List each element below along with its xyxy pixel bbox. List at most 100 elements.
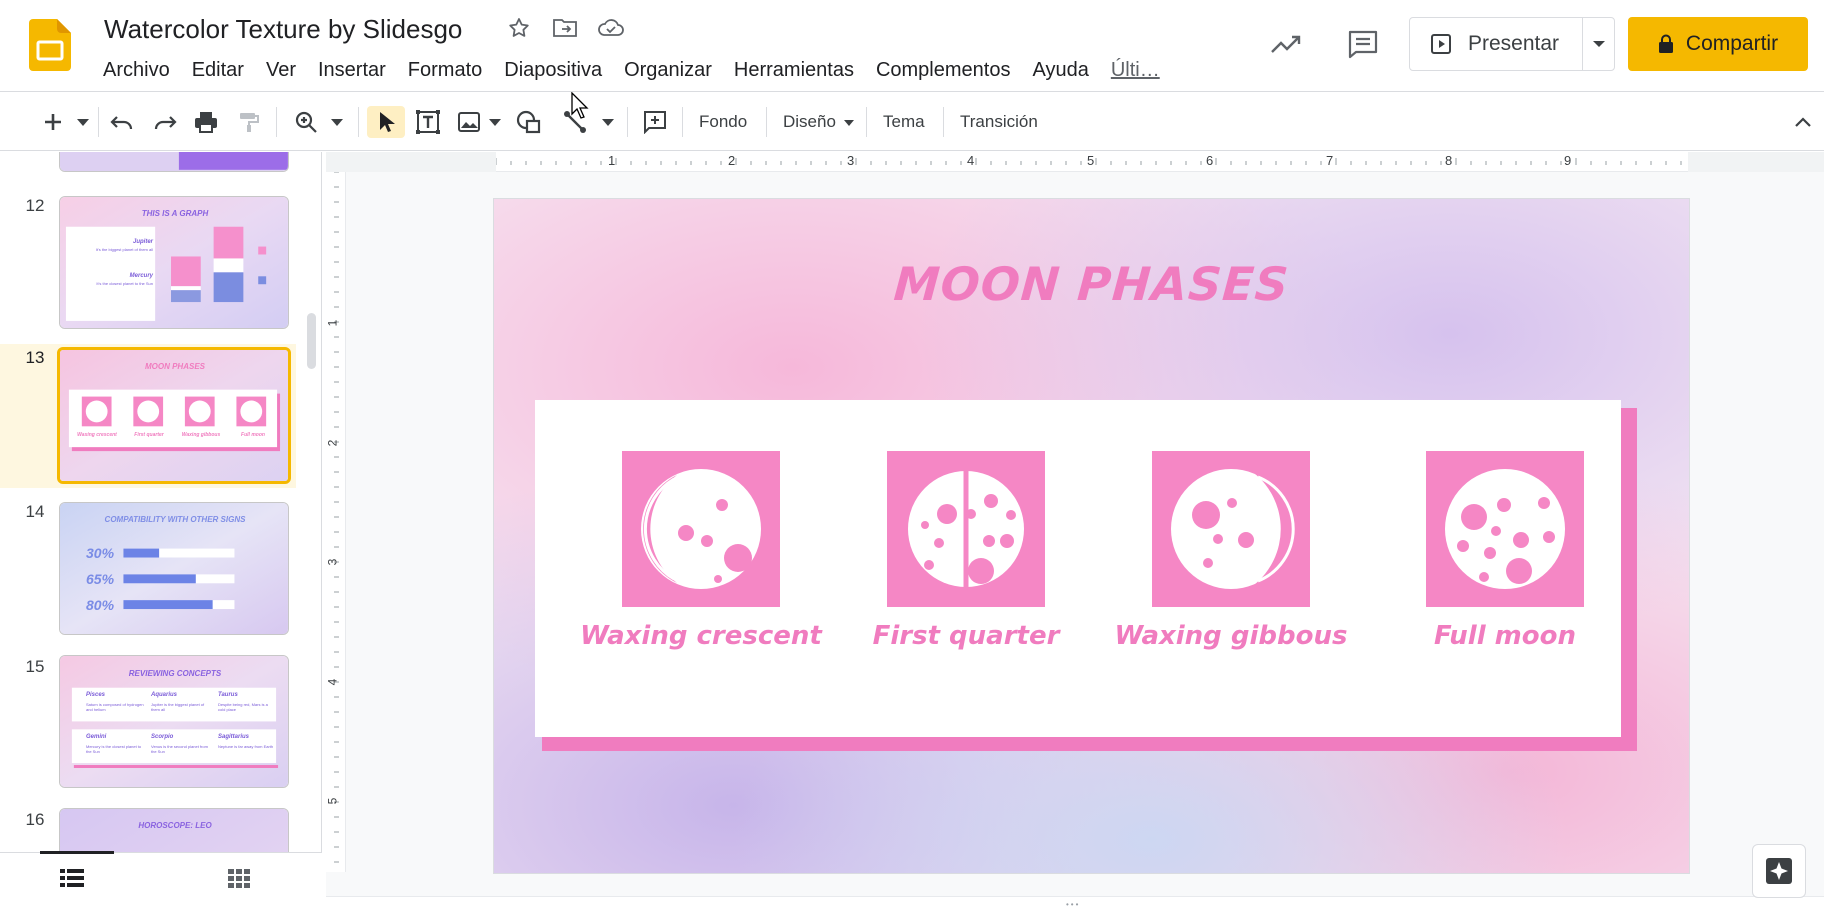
- present-button-group: Presentar: [1409, 17, 1615, 71]
- menu-ayuda[interactable]: Ayuda: [1021, 57, 1099, 87]
- background-button[interactable]: Fondo: [699, 107, 747, 137]
- text-box-button[interactable]: [411, 106, 445, 138]
- slide-title[interactable]: MOON PHASES: [494, 257, 1689, 311]
- slide-filmstrip[interactable]: 12 THIS IS A GRAPH Jupiter It's the bigg…: [0, 152, 322, 852]
- slide-thumb-14[interactable]: COMPATIBILITY WITH OTHER SIGNS 30% 65% 8…: [59, 502, 289, 635]
- slide-thumb-11[interactable]: [59, 152, 289, 172]
- grid-view-button[interactable]: [228, 869, 250, 894]
- shape-button[interactable]: [512, 106, 546, 138]
- cursor-arrow-icon: [380, 112, 395, 132]
- slide-thumb-15[interactable]: REVIEWING CONCEPTS Pisces Saturn is comp…: [59, 655, 289, 788]
- chevron-down-icon: [843, 119, 854, 126]
- menu-archivo[interactable]: Archivo: [92, 57, 181, 87]
- thumb-title: THIS IS A GRAPH: [141, 209, 209, 218]
- insert-image-button[interactable]: [452, 106, 486, 138]
- activity-trend-icon[interactable]: [1262, 20, 1310, 68]
- select-tool-button[interactable]: [367, 106, 405, 138]
- filmstrip-scrollbar[interactable]: [307, 313, 316, 369]
- paint-format-button[interactable]: [232, 106, 266, 138]
- slide-number-16: 16: [25, 810, 45, 829]
- print-button[interactable]: [189, 106, 223, 138]
- menu-formato[interactable]: Formato: [397, 57, 493, 87]
- plus-icon: [45, 114, 61, 130]
- chevron-down-icon: [331, 118, 343, 126]
- thumb-title: REVIEWING CONCEPTS: [128, 669, 222, 678]
- toolbar: Fondo Diseño Tema Transición: [0, 93, 1824, 151]
- vertical-ruler[interactable]: 1 2 3 4 5: [325, 172, 346, 872]
- menu-insertar[interactable]: Insertar: [307, 57, 397, 87]
- explore-button[interactable]: [1752, 844, 1806, 898]
- slide-thumb-16[interactable]: HOROSCOPE: LEO: [59, 808, 289, 852]
- undo-button[interactable]: [105, 106, 139, 138]
- phase-label-full-moon[interactable]: Full moon: [1365, 621, 1645, 651]
- speaker-notes-handle[interactable]: •••: [326, 896, 1824, 909]
- menu-organizar[interactable]: Organizar: [613, 57, 723, 87]
- layout-button[interactable]: Diseño: [783, 107, 854, 137]
- phase-label-waxing-crescent[interactable]: Waxing crescent: [561, 621, 841, 651]
- menu-bar: Archivo Editar Ver Insertar Formato Diap…: [92, 57, 1171, 87]
- menu-complementos[interactable]: Complementos: [865, 57, 1022, 87]
- menu-diapositiva[interactable]: Diapositiva: [493, 57, 613, 87]
- cloud-saved-icon[interactable]: [597, 14, 625, 42]
- mouse-cursor-icon: [571, 92, 589, 119]
- add-comment-button[interactable]: [638, 106, 672, 138]
- redo-icon: [154, 116, 177, 130]
- present-dropdown-button[interactable]: [1583, 18, 1614, 70]
- zoom-dropdown[interactable]: [326, 106, 348, 138]
- thumb-title: COMPATIBILITY WITH OTHER SIGNS: [104, 515, 246, 524]
- text-box-icon: [416, 110, 440, 134]
- present-button[interactable]: Presentar: [1410, 18, 1584, 70]
- undo-icon: [110, 116, 133, 130]
- collapse-menus-button[interactable]: [1790, 106, 1816, 138]
- paint-format-icon: [240, 113, 259, 132]
- transition-button[interactable]: Transición: [960, 107, 1038, 137]
- image-icon: [458, 112, 480, 132]
- title-bar: Watercolor Texture by Slidesgo Archivo E…: [0, 0, 1824, 92]
- share-label: Compartir: [1685, 32, 1779, 55]
- new-slide-button[interactable]: [36, 106, 70, 138]
- line-tool-dropdown[interactable]: [598, 106, 618, 138]
- menu-ver[interactable]: Ver: [255, 57, 307, 87]
- phase-label-first-quarter[interactable]: First quarter: [826, 621, 1106, 651]
- horizontal-ruler[interactable]: 1 2 3 4 5 6 7 8 9: [496, 152, 1688, 172]
- slide-thumb-13[interactable]: MOON PHASES Waxing crescent First quarte…: [57, 347, 291, 484]
- menu-herramientas[interactable]: Herramientas: [723, 57, 865, 87]
- new-slide-layout-dropdown[interactable]: [72, 106, 94, 138]
- explore-sparkle-icon: [1766, 858, 1792, 884]
- grid-view-icon: [228, 869, 250, 888]
- slides-logo-icon[interactable]: [29, 19, 71, 71]
- redo-button[interactable]: [148, 106, 182, 138]
- list-view-icon: [60, 869, 84, 887]
- slide-number-15: 15: [25, 657, 45, 676]
- present-play-icon: [1431, 34, 1451, 54]
- menu-editar[interactable]: Editar: [181, 57, 255, 87]
- slide-thumb-12[interactable]: THIS IS A GRAPH Jupiter It's the biggest…: [59, 196, 289, 329]
- print-icon: [195, 112, 217, 133]
- waxing-crescent-icon[interactable]: [622, 451, 780, 607]
- chevron-down-icon: [77, 118, 89, 126]
- comments-icon[interactable]: [1339, 20, 1387, 68]
- full-moon-icon[interactable]: [1426, 451, 1584, 607]
- slide-number-12: 12: [25, 196, 45, 215]
- phase-label-waxing-gibbous[interactable]: Waxing gibbous: [1091, 621, 1371, 651]
- slide-number-13: 13: [25, 348, 45, 367]
- current-slide[interactable]: MOON PHASES Waxing crescent First quarte…: [494, 199, 1689, 873]
- shapes-icon: [516, 110, 541, 134]
- theme-button[interactable]: Tema: [883, 107, 925, 137]
- slide-number-14: 14: [25, 502, 45, 521]
- zoom-icon: [295, 111, 317, 133]
- last-edit-link[interactable]: Últi…: [1100, 57, 1171, 87]
- insert-image-dropdown[interactable]: [486, 106, 504, 138]
- star-icon[interactable]: [505, 14, 533, 42]
- first-quarter-icon[interactable]: [887, 451, 1045, 607]
- waxing-gibbous-icon[interactable]: [1152, 451, 1310, 607]
- filmstrip-view-button[interactable]: [60, 869, 84, 892]
- zoom-button[interactable]: [289, 106, 323, 138]
- thumb-title: MOON PHASES: [144, 362, 205, 371]
- chevron-up-icon: [1795, 117, 1811, 127]
- share-button[interactable]: Compartir: [1628, 17, 1808, 71]
- add-comment-icon: [644, 111, 666, 134]
- document-title[interactable]: Watercolor Texture by Slidesgo: [104, 14, 462, 45]
- move-to-folder-icon[interactable]: [551, 14, 579, 42]
- present-label: Presentar: [1468, 32, 1560, 55]
